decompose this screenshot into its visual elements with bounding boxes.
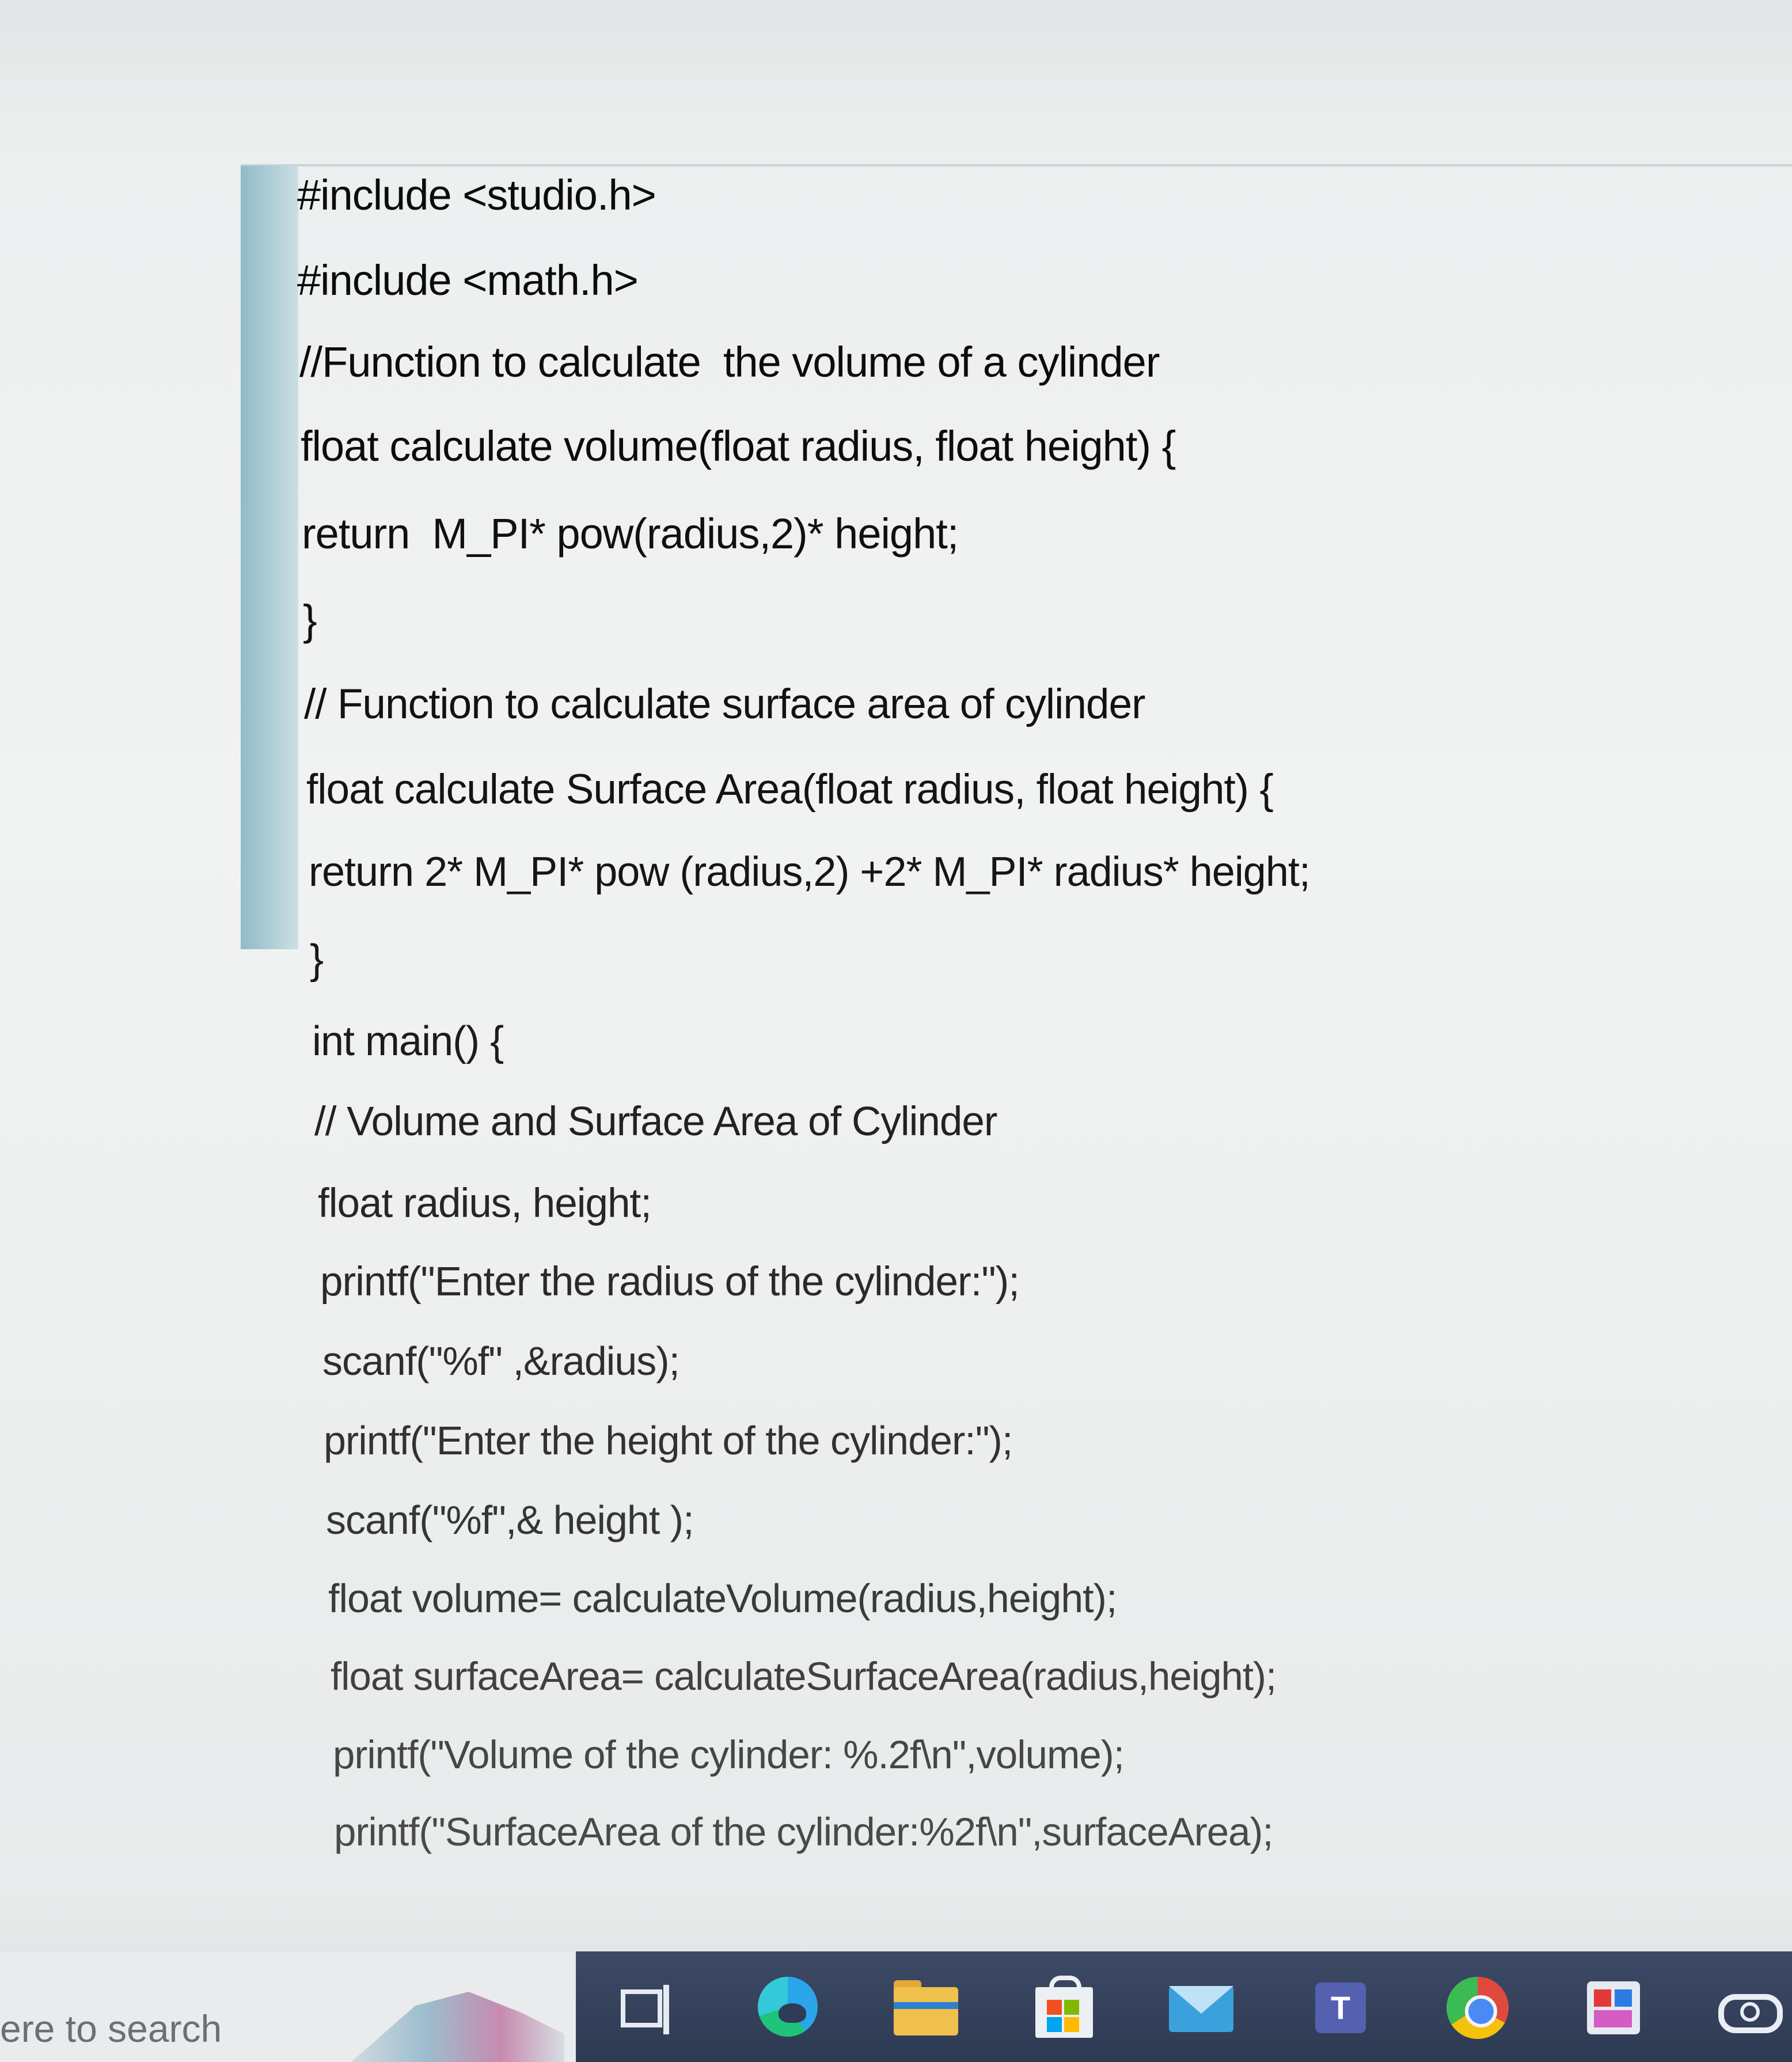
document-top-border	[241, 164, 1792, 166]
teams-letter: T	[1315, 1983, 1366, 2033]
onedrive-icon[interactable]	[1714, 1974, 1783, 2044]
code-line[interactable]: return 2* M_PI* pow (radius,2) +2* M_PI*…	[309, 851, 1311, 893]
selection-margin-highlight	[241, 166, 298, 949]
document-view: #include <studio.h> #include <math.h> //…	[0, 0, 1792, 1947]
code-line[interactable]: #include <math.h>	[297, 259, 639, 302]
code-line[interactable]: }	[310, 939, 324, 980]
code-line[interactable]: printf("SurfaceArea of the cylinder:%2f\…	[334, 1812, 1274, 1852]
code-line[interactable]: return M_PI* pow(radius,2)* height;	[302, 513, 959, 555]
store-icon[interactable]	[1030, 1974, 1099, 2044]
search-highlight-art	[351, 1992, 564, 2062]
code-line[interactable]: //Function to calculate the volume of a …	[299, 341, 1160, 384]
code-line[interactable]: float calculate volume(float radius, flo…	[301, 425, 1176, 468]
edge-icon[interactable]	[754, 1974, 823, 2044]
code-line[interactable]: printf("Enter the radius of the cylinder…	[320, 1261, 1020, 1302]
code-line[interactable]: #include <studio.h>	[297, 174, 656, 217]
code-line[interactable]: printf("Volume of the cylinder: %.2f\n",…	[333, 1735, 1125, 1775]
taskbar: ere to search T	[0, 1951, 1792, 2062]
code-line[interactable]: int main() {	[312, 1021, 504, 1062]
taskbar-search-box[interactable]: ere to search	[0, 1951, 576, 2062]
task-view-icon[interactable]	[614, 1974, 683, 2044]
search-placeholder: ere to search	[0, 2007, 222, 2050]
file-explorer-icon[interactable]	[891, 1974, 960, 2044]
code-line[interactable]: }	[303, 599, 317, 642]
code-line[interactable]: // Volume and Surface Area of Cylinder	[314, 1101, 997, 1142]
mail-icon[interactable]	[1167, 1974, 1236, 2044]
code-line[interactable]: float radius, height;	[318, 1183, 652, 1224]
code-line[interactable]: scanf("%f",& height );	[326, 1500, 694, 1540]
teams-icon[interactable]: T	[1306, 1974, 1375, 2044]
code-line[interactable]: // Function to calculate surface area of…	[304, 683, 1145, 725]
code-line[interactable]: float surfaceArea= calculateSurfaceArea(…	[331, 1657, 1277, 1696]
chrome-icon[interactable]	[1443, 1974, 1512, 2044]
code-line[interactable]: printf("Enter the height of the cylinder…	[324, 1420, 1013, 1461]
code-line[interactable]: scanf("%f" ,&radius);	[322, 1341, 680, 1381]
code-line[interactable]: float volume= calculateVolume(radius,hei…	[328, 1578, 1117, 1618]
code-line[interactable]: float calculate Surface Area(float radiu…	[306, 768, 1274, 810]
app-icon[interactable]	[1579, 1974, 1648, 2044]
top-fade	[0, 0, 1792, 161]
